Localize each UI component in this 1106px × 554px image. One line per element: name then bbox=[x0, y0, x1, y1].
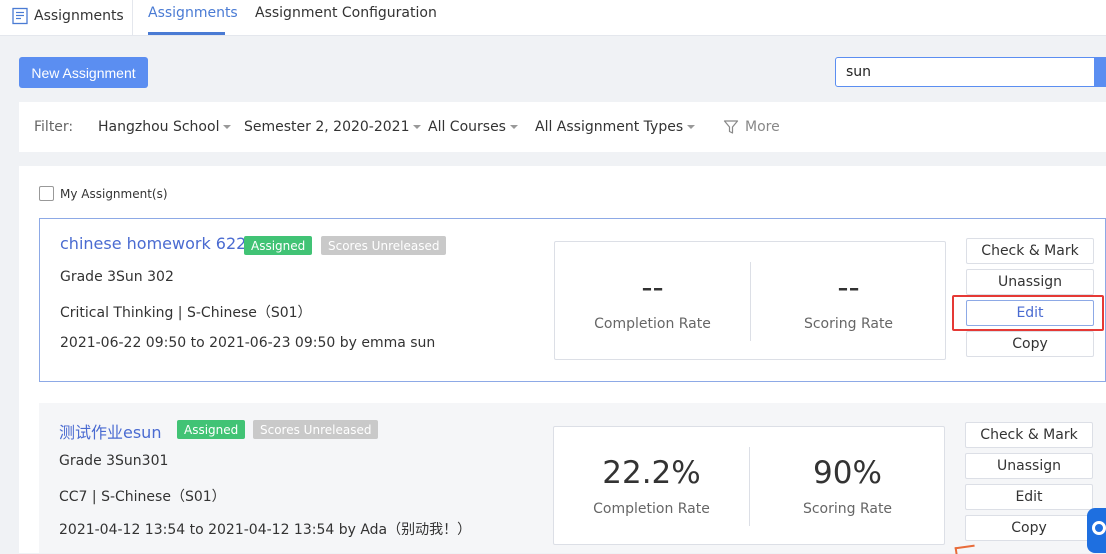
filter-more-button[interactable]: More bbox=[723, 119, 780, 135]
edit-button[interactable]: Edit bbox=[965, 484, 1093, 510]
completion-rate-label: Completion Rate bbox=[594, 316, 711, 332]
filter-semester-value: Semester 2, 2020-2021 bbox=[244, 119, 410, 135]
check-and-mark-button[interactable]: Check & Mark bbox=[966, 238, 1094, 264]
assignment-list-panel: My Assignment(s) chinese homework 622 As… bbox=[19, 166, 1106, 553]
assignment-stats: 22.2% Completion Rate 90% Scoring Rate bbox=[553, 426, 945, 545]
caret-down-icon bbox=[413, 125, 422, 129]
search-box bbox=[835, 57, 1106, 87]
completion-rate-value: 22.2% bbox=[602, 455, 701, 491]
caret-down-icon bbox=[509, 125, 518, 129]
caret-down-icon bbox=[223, 125, 232, 129]
floating-help-widget[interactable] bbox=[1087, 508, 1106, 553]
assignment-card: chinese homework 622 Assigned Scores Unr… bbox=[39, 218, 1106, 382]
copy-button[interactable]: Copy bbox=[966, 331, 1094, 357]
scoring-rate-label: Scoring Rate bbox=[803, 316, 894, 332]
check-and-mark-button[interactable]: Check & Mark bbox=[965, 422, 1093, 448]
my-assignments-filter[interactable]: My Assignment(s) bbox=[39, 186, 168, 201]
scores-badge: Scores Unreleased bbox=[321, 236, 447, 255]
assignment-card: 测试作业esun Assigned Scores Unreleased Grad… bbox=[39, 403, 1106, 553]
top-tab-bar: Assignments Assignments Assignment Confi… bbox=[0, 0, 1106, 36]
assignment-stats: -- Completion Rate -- Scoring Rate bbox=[554, 241, 946, 360]
filter-bar: Filter: Hangzhou School Semester 2, 2020… bbox=[19, 102, 1106, 152]
assignment-time: 2021-04-12 13:54 to 2021-04-12 13:54 by … bbox=[59, 522, 472, 538]
completion-rate-label: Completion Rate bbox=[593, 501, 710, 517]
completion-stat: 22.2% Completion Rate bbox=[554, 427, 749, 546]
scoring-rate-value: 90% bbox=[813, 455, 882, 491]
scoring-rate-value: -- bbox=[837, 270, 860, 306]
my-assignments-checkbox[interactable] bbox=[39, 186, 54, 201]
completion-stat: -- Completion Rate bbox=[555, 242, 750, 361]
my-assignments-label: My Assignment(s) bbox=[60, 186, 168, 201]
filter-school-value: Hangzhou School bbox=[98, 119, 220, 135]
copy-button[interactable]: Copy bbox=[965, 515, 1093, 541]
funnel-icon bbox=[723, 120, 739, 134]
filter-school-dropdown[interactable]: Hangzhou School bbox=[98, 119, 232, 135]
filter-semester-dropdown[interactable]: Semester 2, 2020-2021 bbox=[244, 119, 422, 135]
filter-types-value: All Assignment Types bbox=[535, 119, 684, 135]
filter-courses-value: All Courses bbox=[428, 119, 506, 135]
assignment-grade: Grade 3Sun301 bbox=[59, 453, 169, 469]
status-badge: Assigned bbox=[177, 420, 246, 439]
scoring-rate-label: Scoring Rate bbox=[802, 501, 893, 517]
assignment-grade: Grade 3Sun 302 bbox=[60, 269, 174, 285]
topbar-divider bbox=[132, 0, 133, 36]
filter-label: Filter: bbox=[34, 119, 74, 135]
chat-icon bbox=[1092, 521, 1106, 535]
caret-down-icon bbox=[687, 125, 696, 129]
new-assignment-button[interactable]: New Assignment bbox=[19, 57, 148, 88]
assignment-name-link[interactable]: 测试作业esun bbox=[59, 419, 161, 443]
unassign-button[interactable]: Unassign bbox=[966, 269, 1094, 295]
assignment-time: 2021-06-22 09:50 to 2021-06-23 09:50 by … bbox=[60, 335, 436, 351]
completion-rate-value: -- bbox=[641, 270, 664, 306]
scores-badge: Scores Unreleased bbox=[253, 420, 379, 439]
assignment-course: Critical Thinking | S-Chinese（S01） bbox=[60, 305, 312, 321]
assignment-name-link[interactable]: chinese homework 622 bbox=[60, 234, 246, 253]
document-icon bbox=[12, 7, 28, 25]
edit-button[interactable]: Edit bbox=[966, 300, 1094, 326]
scoring-stat: 90% Scoring Rate bbox=[750, 427, 945, 546]
page-title: Assignments bbox=[11, 5, 124, 27]
search-button[interactable] bbox=[1094, 57, 1106, 87]
scoring-stat: -- Scoring Rate bbox=[751, 242, 946, 361]
tab-assignment-configuration[interactable]: Assignment Configuration bbox=[255, 5, 437, 21]
assignment-course: CC7 | S-Chinese（S01） bbox=[59, 489, 226, 505]
unassign-button[interactable]: Unassign bbox=[965, 453, 1093, 479]
filter-types-dropdown[interactable]: All Assignment Types bbox=[535, 119, 696, 135]
tab-assignments[interactable]: Assignments bbox=[148, 5, 238, 21]
filter-more-label: More bbox=[745, 119, 780, 135]
page-title-text: Assignments bbox=[34, 8, 124, 24]
active-tab-underline bbox=[148, 32, 225, 35]
search-input[interactable] bbox=[835, 57, 1095, 87]
status-badge: Assigned bbox=[244, 236, 313, 255]
filter-courses-dropdown[interactable]: All Courses bbox=[428, 119, 518, 135]
